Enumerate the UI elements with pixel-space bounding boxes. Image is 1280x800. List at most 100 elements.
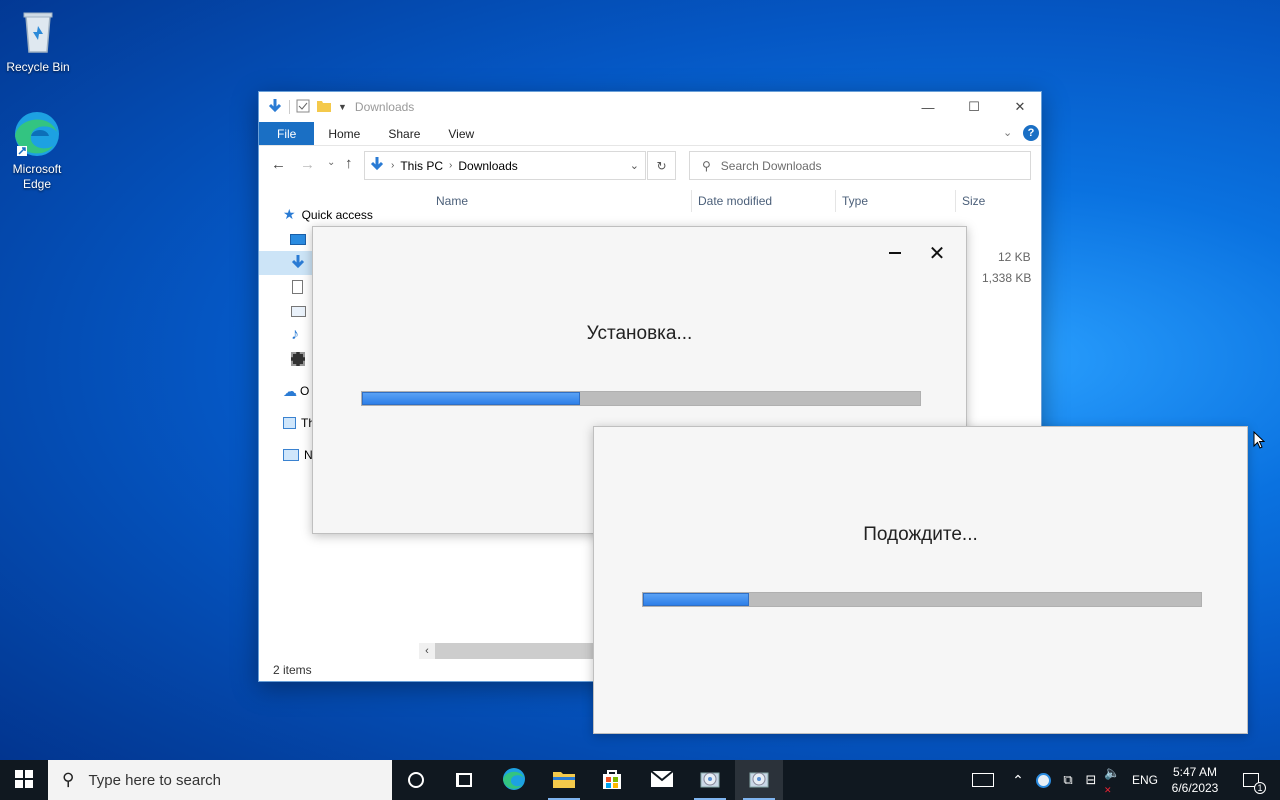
properties-icon[interactable]: [296, 99, 310, 116]
recent-locations-icon[interactable]: ⌄: [327, 157, 335, 168]
new-folder-icon[interactable]: [316, 99, 332, 116]
maximize-button[interactable]: ☐: [951, 92, 997, 122]
desktop-icon: [290, 233, 306, 245]
sidebar-item-pictures[interactable]: [259, 299, 315, 323]
back-arrow-icon[interactable]: ←: [271, 156, 286, 173]
edge-icon: [13, 110, 61, 158]
setup-installer-icon: [698, 767, 722, 794]
desktop-icon-microsoft-edge[interactable]: Microsoft Edge: [0, 110, 74, 192]
search-input[interactable]: ⚲ Search Downloads: [689, 151, 1031, 180]
sidebar-item-onedrive[interactable]: ☁ O: [259, 379, 315, 403]
status-bar-item-count: 2 items: [273, 663, 312, 677]
chevron-up-icon: ⌃: [1012, 771, 1024, 788]
meet-now-button[interactable]: ⧉: [1058, 760, 1078, 800]
mouse-cursor: [1253, 430, 1266, 453]
clock-date: 6/6/2023: [1171, 781, 1219, 795]
search-placeholder: Search Downloads: [720, 158, 822, 173]
horizontal-scrollbar[interactable]: ‹: [419, 643, 619, 659]
installing-progress-bar: [361, 391, 921, 406]
installing-message: Установка...: [586, 323, 693, 344]
please-wait-message: Подождите...: [863, 524, 978, 545]
tab-view[interactable]: View: [434, 122, 488, 145]
windows-logo-icon: [15, 769, 33, 791]
camera-icon: ⧉: [1063, 772, 1073, 787]
network-icon: [283, 449, 299, 461]
language-indicator[interactable]: ENG: [1130, 760, 1160, 800]
volume-button[interactable]: 🔈✕: [1104, 760, 1126, 800]
please-wait-progress-bar: [642, 592, 1202, 607]
desktop-icon-recycle-bin[interactable]: Recycle Bin: [1, 8, 75, 75]
taskbar-setup-app-1[interactable]: [686, 760, 734, 800]
star-icon: ★: [283, 206, 296, 222]
folder-icon: [552, 769, 576, 792]
downloads-arrow-icon: [267, 98, 283, 117]
refresh-icon: ↻: [656, 158, 667, 173]
refresh-button[interactable]: ↻: [647, 151, 676, 180]
notification-count: 1: [1254, 782, 1266, 794]
sidebar-item-music[interactable]: ♪: [259, 323, 315, 347]
taskbar-setup-app-2[interactable]: [735, 760, 783, 800]
tab-share[interactable]: Share: [374, 122, 434, 145]
computer-icon: [283, 417, 296, 429]
scroll-left-icon[interactable]: ‹: [419, 643, 435, 659]
task-view-button[interactable]: [440, 760, 488, 800]
breadcrumb-separator: ›: [449, 160, 453, 171]
dialog-close-button[interactable]: ✕: [925, 241, 949, 265]
address-bar[interactable]: › This PC › Downloads ⌄: [364, 151, 646, 180]
network-button[interactable]: ⊟: [1080, 760, 1102, 800]
keyboard-icon: [972, 773, 994, 787]
tab-file[interactable]: File: [259, 122, 315, 145]
mail-envelope-icon: [650, 769, 674, 791]
help-icon[interactable]: ?: [1023, 125, 1039, 141]
tray-app-button[interactable]: [1032, 760, 1054, 800]
breadcrumb-downloads[interactable]: Downloads: [458, 159, 517, 173]
up-arrow-icon[interactable]: ↑: [345, 155, 353, 172]
action-center-button[interactable]: 1: [1236, 760, 1266, 800]
cortana-button[interactable]: [392, 760, 440, 800]
clock[interactable]: 5:47 AM 6/6/2023: [1164, 760, 1226, 800]
taskbar-search-box[interactable]: ⚲ Type here to search: [48, 760, 392, 800]
recycle-bin-icon: [14, 8, 62, 56]
dialog-minimize-button[interactable]: [883, 241, 907, 265]
clock-time: 5:47 AM: [1172, 765, 1218, 779]
column-size[interactable]: Size: [955, 190, 985, 212]
window-title: Downloads: [354, 100, 415, 114]
forward-arrow-icon[interactable]: →: [300, 156, 315, 173]
sidebar-item-videos[interactable]: [259, 347, 315, 371]
downloads-location-icon: [369, 156, 385, 175]
sidebar-item-label: Quick access: [301, 207, 373, 222]
minimize-button[interactable]: —: [905, 92, 951, 122]
edge-icon: [502, 767, 526, 794]
sidebar-item-documents[interactable]: [259, 275, 315, 299]
taskbar-edge[interactable]: [490, 760, 538, 800]
notification-icon: 1: [1243, 773, 1266, 794]
setup-installer-icon: [747, 767, 771, 794]
show-hidden-icons-button[interactable]: ⌃: [1008, 760, 1028, 800]
desktop-icon-label: Microsoft Edge: [12, 162, 62, 191]
expand-ribbon-icon[interactable]: ⌄: [1003, 126, 1012, 139]
start-button[interactable]: [0, 760, 48, 800]
taskbar-mail[interactable]: [638, 760, 686, 800]
sidebar-item-quick-access[interactable]: ★ Quick access: [283, 206, 373, 223]
close-button[interactable]: ✕: [997, 92, 1041, 122]
sidebar-item-this-pc[interactable]: Th: [259, 411, 315, 435]
tab-home[interactable]: Home: [314, 122, 374, 145]
customize-quick-access-icon[interactable]: ▼: [338, 102, 347, 112]
sidebar-item-network[interactable]: N: [259, 443, 315, 467]
pictures-icon: [291, 305, 306, 317]
sidebar-item-desktop[interactable]: [259, 227, 315, 251]
address-dropdown-icon[interactable]: ⌄: [630, 159, 639, 172]
breadcrumb-this-pc[interactable]: This PC: [400, 159, 443, 173]
column-name[interactable]: Name: [436, 190, 468, 212]
touch-keyboard-button[interactable]: [968, 760, 998, 800]
sidebar-item-downloads[interactable]: [259, 251, 315, 275]
document-icon: [292, 280, 303, 294]
taskbar-file-explorer[interactable]: [540, 760, 588, 800]
minimize-icon: [889, 252, 901, 254]
downloads-icon: [290, 254, 306, 273]
column-date-modified[interactable]: Date modified: [691, 190, 772, 212]
film-icon: [291, 352, 305, 366]
taskbar-store[interactable]: [588, 760, 636, 800]
progress-fill: [362, 392, 580, 405]
column-type[interactable]: Type: [835, 190, 868, 212]
